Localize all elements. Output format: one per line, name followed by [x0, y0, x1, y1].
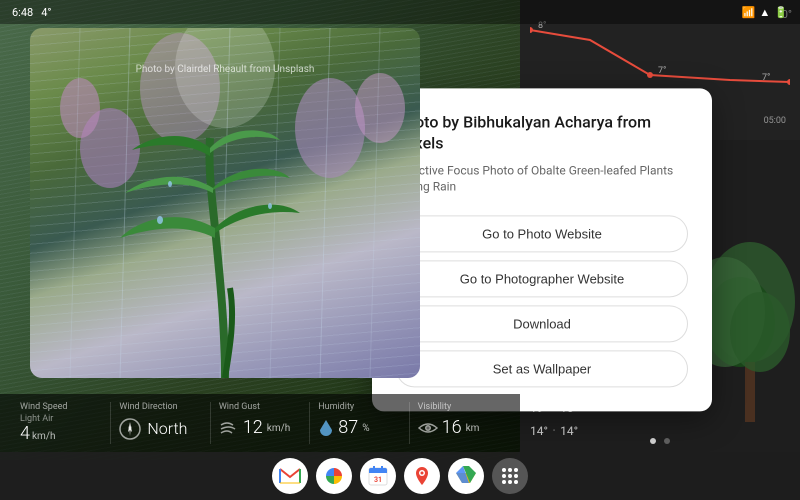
gust-icon — [219, 419, 239, 437]
bottom-dots — [650, 438, 670, 444]
compass-icon — [119, 418, 141, 440]
wind-gust-label: Wind Gust — [219, 402, 260, 412]
visibility-label: Visibility — [418, 402, 452, 412]
humidity-label: Humidity — [318, 402, 354, 412]
modal-title: Photo by Bibhukalyan Acharya from Pexels — [396, 112, 688, 154]
wind-speed-unit: km/h — [32, 431, 55, 442]
status-left: 6:48 4° — [12, 6, 52, 19]
svg-text:7°: 7° — [762, 73, 770, 83]
svg-text:31: 31 — [374, 476, 382, 484]
eye-icon — [418, 420, 438, 436]
go-to-photographer-button[interactable]: Go to Photographer Website — [396, 261, 688, 298]
taskbar: 31 — [0, 452, 800, 500]
status-right: 📶 ▲ 🔋 — [742, 6, 788, 19]
wind-gust-value: 12 — [243, 418, 263, 438]
status-bar: 6:48 4° 📶 ▲ 🔋 — [0, 0, 800, 24]
wifi-icon: 📶 — [742, 6, 756, 19]
visibility-value: 16 — [442, 418, 462, 438]
wind-gust-stat: Wind Gust 12 km/h — [211, 402, 310, 444]
temp-high-2: 14° — [530, 424, 548, 438]
photo-credit-overlay: Photo by Clairdel Rheault from Unsplash — [136, 64, 315, 75]
wind-speed-label: Wind Speed — [20, 402, 67, 412]
google-maps-icon[interactable] — [404, 458, 440, 494]
temp-row-2: 14° · 14° — [530, 421, 578, 440]
humidity-value: 87 — [338, 418, 358, 438]
humidity-unit: % — [362, 423, 369, 434]
app-launcher-icon[interactable] — [492, 458, 528, 494]
download-button[interactable]: Download — [396, 306, 688, 343]
plant-svg — [30, 28, 420, 378]
go-to-photo-button[interactable]: Go to Photo Website — [396, 216, 688, 253]
visibility-stat: Visibility 16 km — [410, 402, 508, 444]
humidity-stat: Humidity 87 % — [310, 402, 409, 444]
wind-direction-stat: Wind Direction North — [111, 402, 210, 444]
wind-gust-unit: km/h — [267, 423, 290, 434]
bottom-dot-1 — [650, 438, 656, 444]
wind-speed-value: 4 — [20, 424, 30, 444]
battery-icon: 🔋 — [774, 6, 788, 19]
google-photos-icon[interactable] — [316, 458, 352, 494]
gmail-icon[interactable] — [272, 458, 308, 494]
wind-speed-stat: Wind Speed Light Air 4 km/h — [12, 402, 111, 444]
temp-display: 4° — [41, 6, 51, 19]
time-label-3: 05:00 — [764, 116, 786, 126]
wind-direction-label: Wind Direction — [119, 402, 177, 412]
time-display: 6:48 — [12, 6, 33, 19]
google-calendar-icon[interactable]: 31 — [360, 458, 396, 494]
wind-direction-value: North — [147, 420, 187, 438]
modal-description: Selective Focus Photo of Obalte Green-le… — [396, 162, 688, 196]
visibility-unit: km — [466, 423, 480, 434]
main-wallpaper-photo: Photo by Clairdel Rheault from Unsplash — [30, 28, 420, 378]
set-wallpaper-button[interactable]: Set as Wallpaper — [396, 351, 688, 388]
weather-stats-bar: Wind Speed Light Air 4 km/h Wind Directi… — [0, 394, 520, 452]
droplet-icon — [318, 418, 334, 438]
bottom-dot-2 — [664, 438, 670, 444]
signal-icon: ▲ — [759, 6, 770, 19]
google-drive-icon[interactable] — [448, 458, 484, 494]
temp-low-2: 14° — [560, 424, 578, 438]
photo-info-modal: Photo by Bibhukalyan Acharya from Pexels… — [372, 88, 712, 411]
svg-text:7°: 7° — [658, 66, 666, 76]
